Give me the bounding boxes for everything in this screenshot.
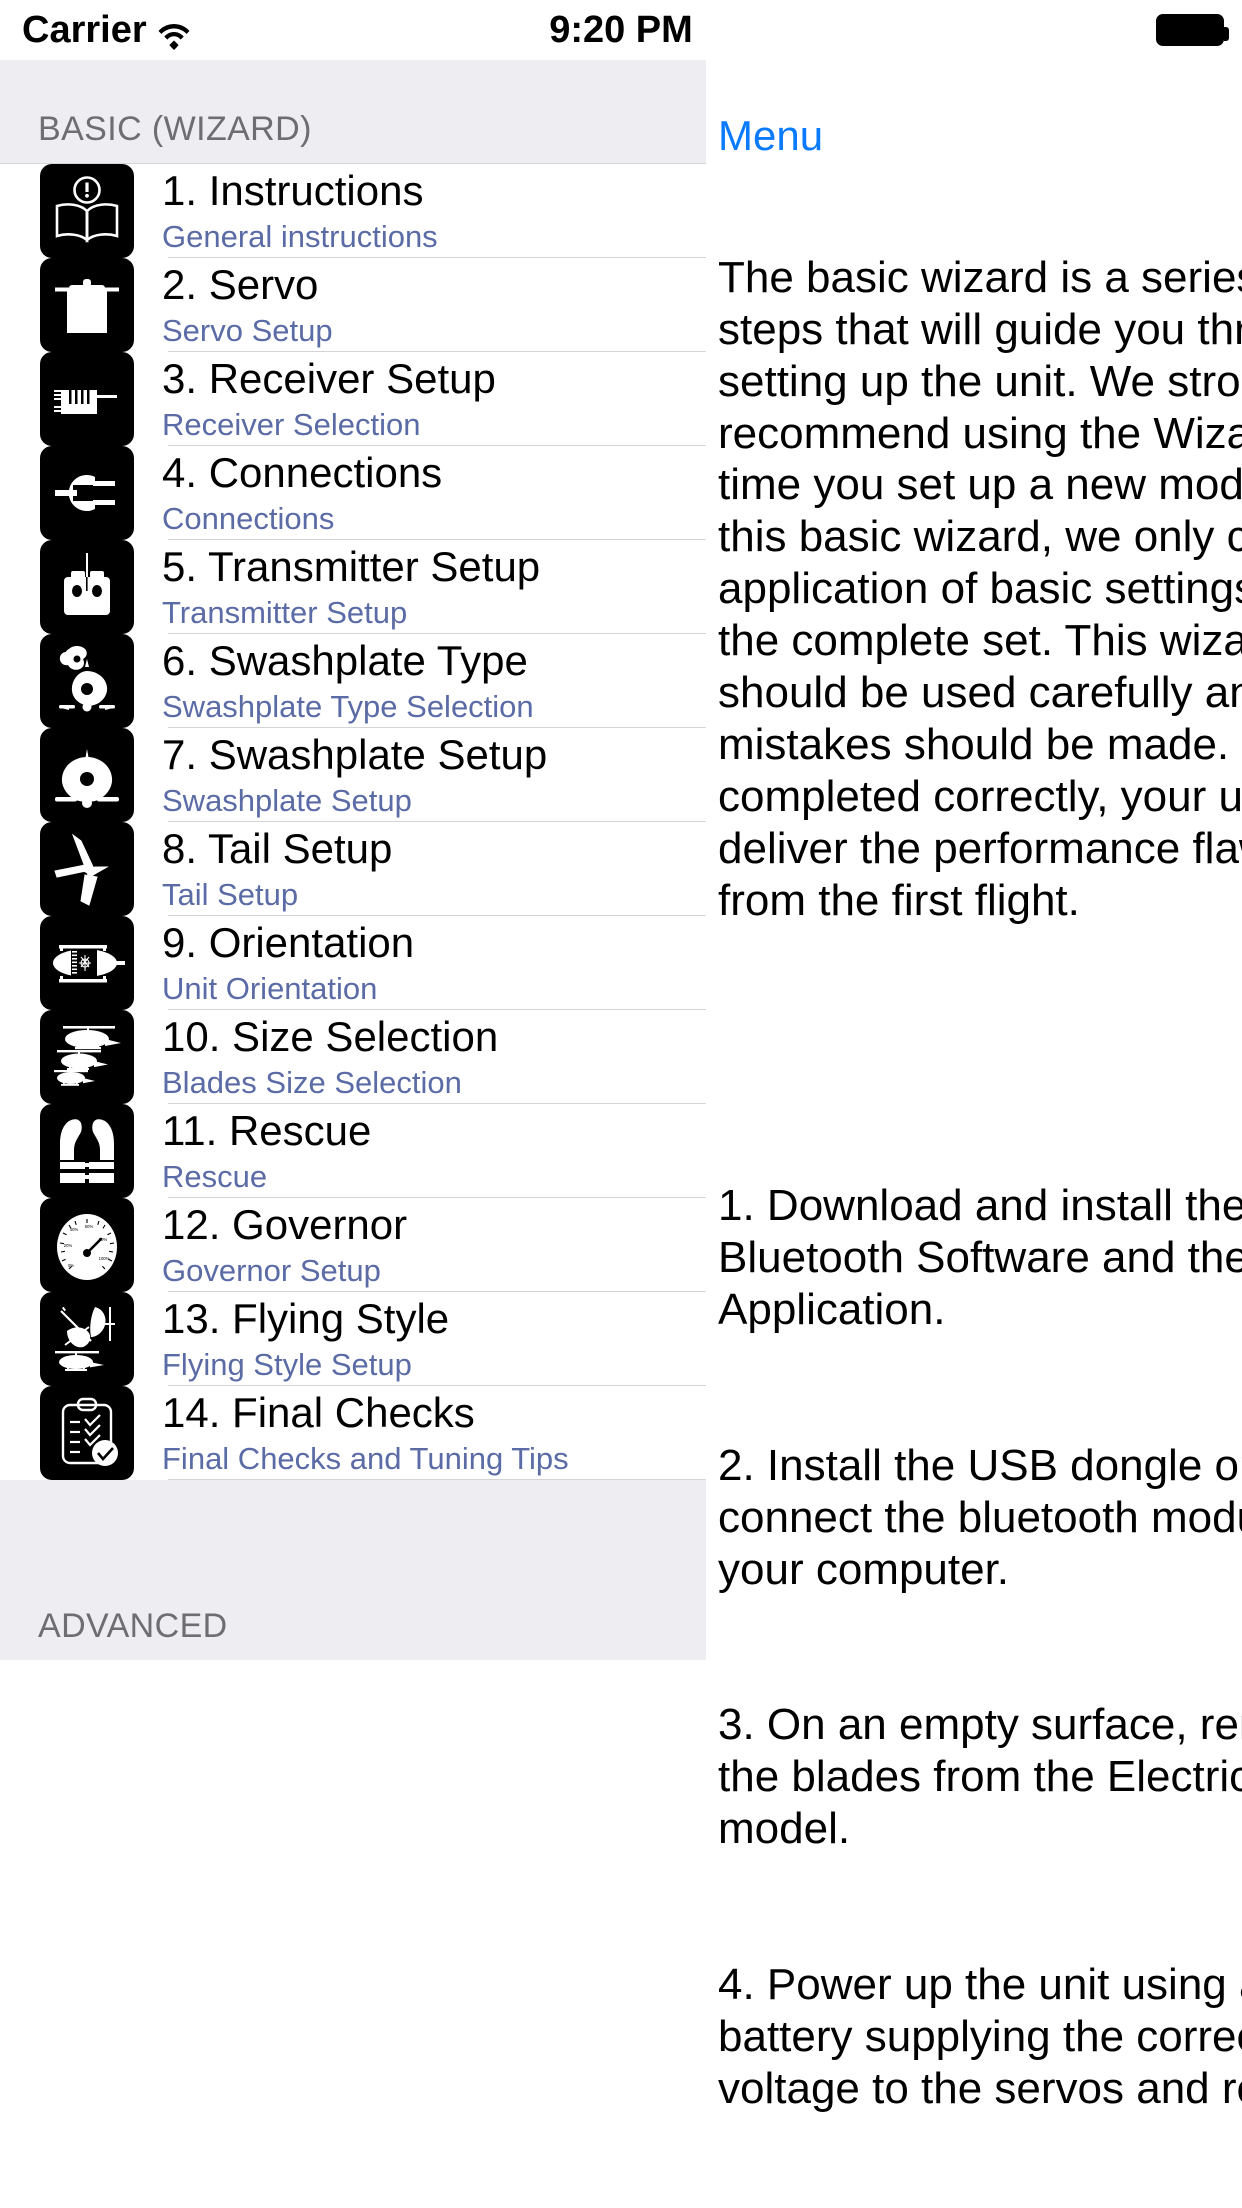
list-item-subtitle: Rescue — [162, 1158, 268, 1194]
svg-text:100%: 100% — [99, 1256, 110, 1261]
list-item-subtitle: Swashplate Type Selection — [162, 688, 534, 724]
battery-full-icon — [1156, 14, 1229, 46]
detail-step-3: 3. On an empty surface, remove the blade… — [718, 1700, 1242, 1854]
list-item[interactable]: 3. Receiver Setup Receiver Selection — [0, 352, 706, 446]
list-item-title: 1. Instructions — [162, 167, 424, 215]
list-item-text: 10. Size Selection Blades Size Selection — [162, 1010, 706, 1104]
list-item-title: 7. Swashplate Setup — [162, 731, 548, 779]
split-view: BASIC (WIZARD) 1. Instructions General i… — [0, 60, 1242, 2208]
list-item-divider — [168, 1479, 706, 1480]
status-bar-right — [1156, 14, 1229, 46]
list-item[interactable]: 14. Final Checks Final Checks and Tuning… — [0, 1386, 706, 1480]
list-item-title: 13. Flying Style — [162, 1295, 450, 1343]
list-item[interactable]: 6. Swashplate Type Swashplate Type Selec… — [0, 634, 706, 728]
list-item[interactable]: 10. Size Selection Blades Size Selection — [0, 1010, 706, 1104]
svg-text:20%: 20% — [64, 1243, 73, 1248]
list-item-text: 3. Receiver Setup Receiver Selection — [162, 352, 706, 446]
helicopter-sizes-icon — [40, 1010, 134, 1104]
swashplate-icon — [40, 728, 134, 822]
power-plug-icon — [40, 446, 134, 540]
list-item-title: 12. Governor — [162, 1201, 408, 1249]
list-item-title: 10. Size Selection — [162, 1013, 499, 1061]
list-item-text: 5. Transmitter Setup Transmitter Setup — [162, 540, 706, 634]
list-item-title: 6. Swashplate Type — [162, 637, 528, 685]
list-item-subtitle: Tail Setup — [162, 876, 299, 912]
list-item-text: 7. Swashplate Setup Swashplate Setup — [162, 728, 706, 822]
list-item-subtitle: Unit Orientation — [162, 970, 378, 1006]
swashplate-type-icon — [40, 634, 134, 728]
list-item-text: 6. Swashplate Type Swashplate Type Selec… — [162, 634, 706, 728]
list-item-text: 2. Servo Servo Setup — [162, 258, 706, 352]
unit-orientation-icon — [40, 916, 134, 1010]
detail-paragraph-1: The basic wizard is a series of steps th… — [718, 252, 1242, 925]
list-item[interactable]: 4. Connections Connections — [0, 446, 706, 540]
list-item[interactable]: 9. Orientation Unit Orientation — [0, 916, 706, 1010]
list-item-title: 14. Final Checks — [162, 1389, 475, 1437]
list-item-subtitle: Governor Setup — [162, 1252, 381, 1288]
list-item-text: 14. Final Checks Final Checks and Tuning… — [162, 1386, 706, 1480]
list-item-title: 4. Connections — [162, 449, 443, 497]
list-item-subtitle: Servo Setup — [162, 312, 333, 348]
wizard-list-pane[interactable]: BASIC (WIZARD) 1. Instructions General i… — [0, 60, 706, 2208]
list-item[interactable]: 8. Tail Setup Tail Setup — [0, 822, 706, 916]
svg-text:60%: 60% — [85, 1224, 94, 1229]
detail-step-1: 1. Download and install the Bluetooth So… — [718, 1181, 1242, 1335]
list-item[interactable]: 1. Instructions General instructions — [0, 164, 706, 258]
list-item-subtitle: Final Checks and Tuning Tips — [162, 1440, 569, 1476]
section-header-advanced-label: ADVANCED — [38, 1607, 228, 1645]
list-item-subtitle: Flying Style Setup — [162, 1346, 412, 1382]
list-item-text: 11. Rescue Rescue — [162, 1104, 706, 1198]
list-item-text: 4. Connections Connections — [162, 446, 706, 540]
detail-body: The basic wizard is a series of steps th… — [718, 148, 1242, 2208]
list-item-subtitle: Transmitter Setup — [162, 594, 408, 630]
list-item-text: 9. Orientation Unit Orientation — [162, 916, 706, 1010]
list-item[interactable]: 11. Rescue Rescue — [0, 1104, 706, 1198]
flying-style-icon — [40, 1292, 134, 1386]
section-header-advanced: ADVANCED — [0, 1480, 706, 1660]
list-item-text: 13. Flying Style Flying Style Setup — [162, 1292, 706, 1386]
list-item-text: 1. Instructions General instructions — [162, 164, 706, 258]
list-item[interactable]: 2. Servo Servo Setup — [0, 258, 706, 352]
detail-step-4: 4. Power up the unit using a BEC or batt… — [718, 1959, 1242, 2113]
list-item-subtitle: Receiver Selection — [162, 406, 421, 442]
section-header-basic-label: BASIC (WIZARD) — [38, 110, 312, 148]
open-book-warning-icon — [40, 164, 134, 258]
detail-spacer-1 — [718, 1030, 1242, 1076]
list-item-title: 3. Receiver Setup — [162, 355, 496, 403]
list-item-text: 8. Tail Setup Tail Setup — [162, 822, 706, 916]
status-bar: Carrier 9:20 PM — [0, 0, 1242, 60]
section-header-basic: BASIC (WIZARD) — [0, 60, 706, 163]
tail-rotor-icon — [40, 822, 134, 916]
list-item-title: 9. Orientation — [162, 919, 415, 967]
life-vest-icon — [40, 1104, 134, 1198]
detail-pane: Menu The basic wizard is a series of ste… — [706, 60, 1242, 2208]
checklist-done-icon — [40, 1386, 134, 1480]
receiver-module-icon — [40, 352, 134, 446]
rc-transmitter-icon — [40, 540, 134, 634]
list-item[interactable]: 13. Flying Style Flying Style Setup — [0, 1292, 706, 1386]
list-item-subtitle: Connections — [162, 500, 335, 536]
detail-step-2: 2. Install the USB dongle or connect the… — [718, 1440, 1242, 1594]
list-item-title: 5. Transmitter Setup — [162, 543, 541, 591]
servo-icon — [40, 258, 134, 352]
list-item-subtitle: Blades Size Selection — [162, 1064, 462, 1100]
list-item-title: 8. Tail Setup — [162, 825, 393, 873]
list-item-text: 12. Governor Governor Setup — [162, 1198, 706, 1292]
status-bar-time: 9:20 PM — [549, 8, 693, 51]
list-item[interactable]: 7. Swashplate Setup Swashplate Setup — [0, 728, 706, 822]
svg-text:40%: 40% — [70, 1227, 79, 1232]
gauge-icon: 40% 60% 80% 100% 20% 0% — [40, 1198, 134, 1292]
list-item-title: 2. Servo — [162, 261, 319, 309]
list-item-subtitle: Swashplate Setup — [162, 782, 412, 818]
list-item[interactable]: 40% 60% 80% 100% 20% 0% 12. Governor Gov… — [0, 1198, 706, 1292]
list-item-title: 11. Rescue — [162, 1107, 372, 1155]
list-item-subtitle: General instructions — [162, 218, 438, 254]
list-item[interactable]: 5. Transmitter Setup Transmitter Setup — [0, 540, 706, 634]
svg-text:0%: 0% — [68, 1263, 74, 1268]
